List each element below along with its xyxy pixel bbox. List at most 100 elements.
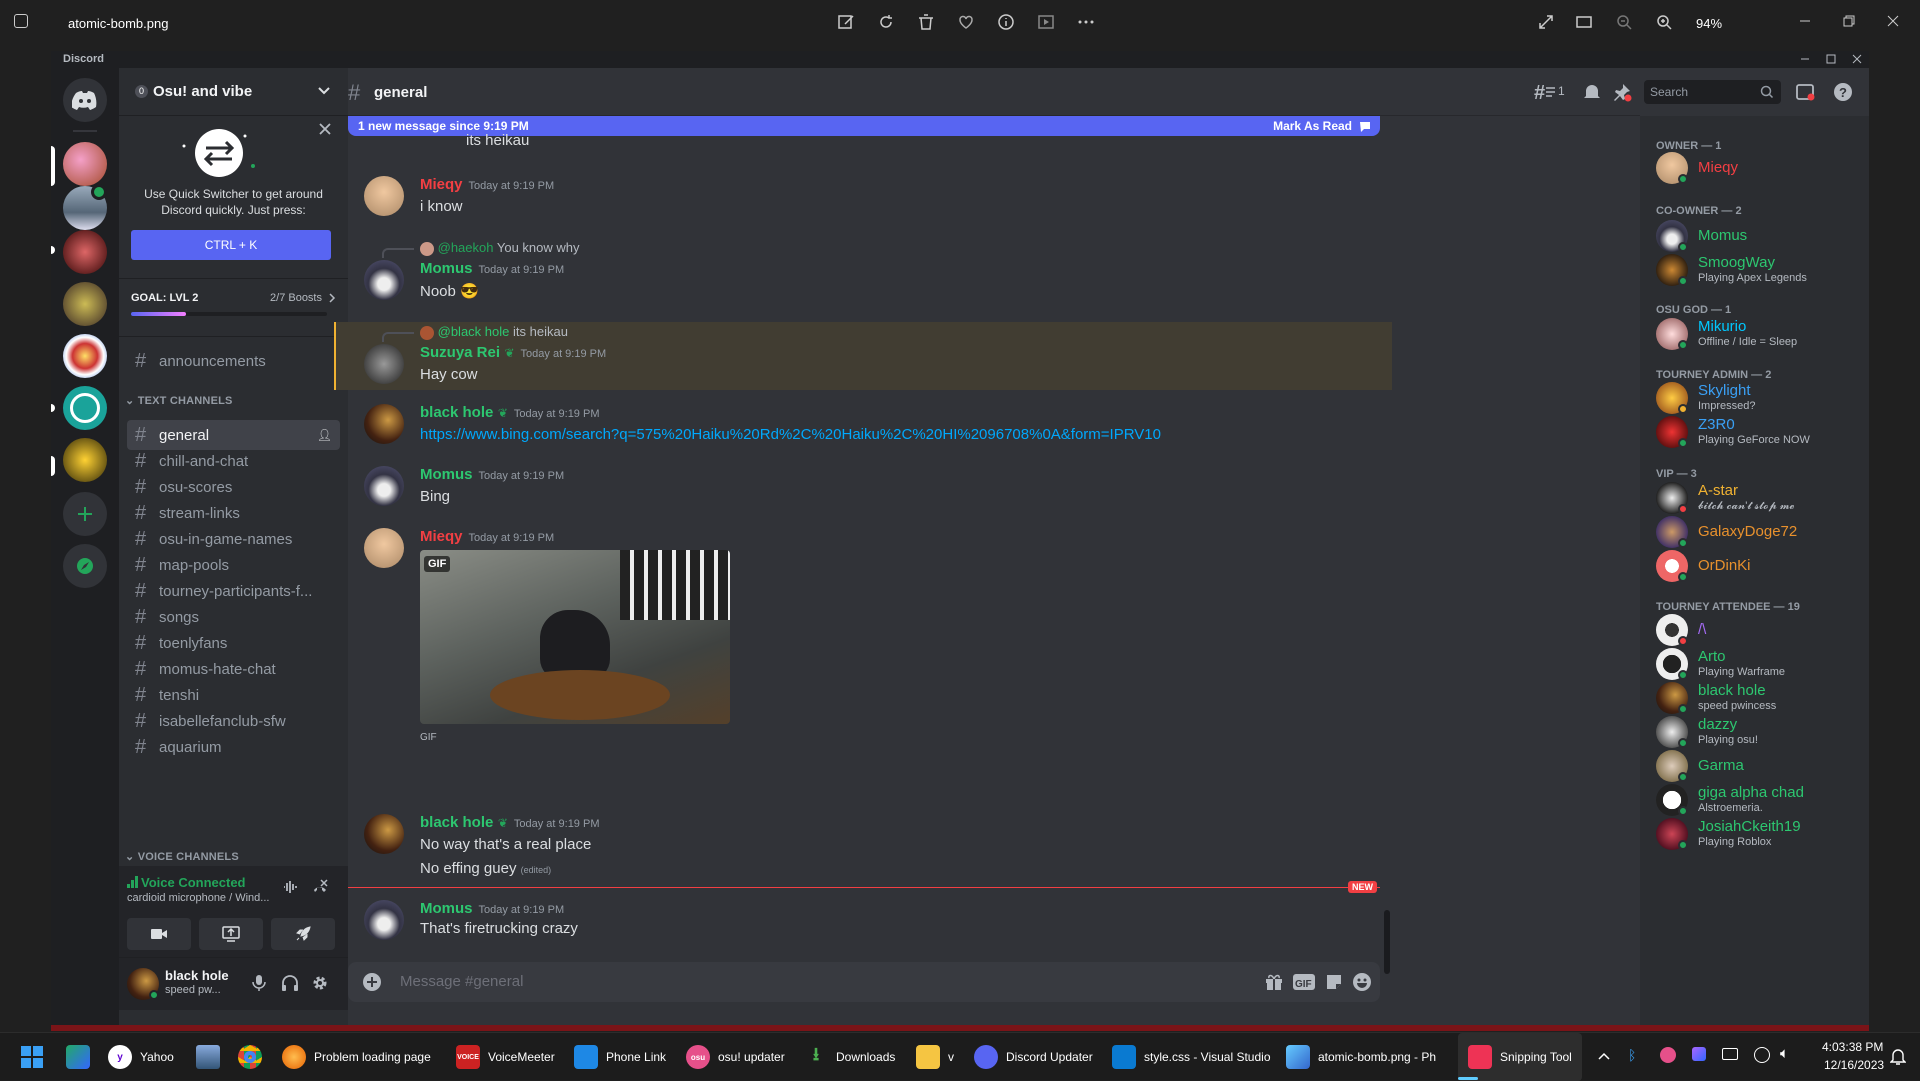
discord-close-icon[interactable] [1851,53,1863,65]
pen-tray-icon[interactable] [1692,1047,1706,1061]
emoji-picker-icon[interactable] [1352,972,1372,992]
settings-gear-icon[interactable] [311,974,329,992]
volume-icon[interactable]: 🔈︎ [1780,1045,1789,1062]
server-icon-osu-and-vibe[interactable] [63,142,107,186]
widgets-icon[interactable] [66,1045,90,1069]
taskbar-item-phone-link[interactable]: Phone Link [574,1033,666,1081]
notification-bell-icon[interactable] [1582,82,1602,102]
display-tray-icon[interactable] [1722,1048,1738,1060]
microphone-icon[interactable] [251,974,267,992]
chevron-down-icon[interactable] [317,86,331,96]
add-member-icon[interactable]: 👤︎ [317,428,332,442]
gif-embed[interactable]: GIF [420,550,730,724]
inbox-icon[interactable] [1795,82,1815,102]
favorite-heart-icon[interactable] [956,12,980,36]
reply-text[interactable]: You know why [497,240,580,255]
rotate-icon[interactable] [876,12,900,36]
taskbar-item-vscode[interactable]: style.css - Visual Studio [1112,1033,1271,1081]
discord-minimize-icon[interactable] [1799,53,1811,65]
zoom-out-icon[interactable] [1614,12,1638,36]
window-minimize-icon[interactable] [1798,14,1812,28]
gif-picker-icon[interactable]: GIF [1292,972,1316,992]
author-name[interactable]: Momus [420,260,473,277]
message-input[interactable]: Message #general [400,973,523,990]
notification-bell-icon[interactable] [1890,1047,1906,1065]
search-box[interactable]: Search [1644,80,1781,104]
server-header[interactable]: 0 Osu! and vibe [119,68,348,116]
info-icon[interactable] [996,12,1020,36]
more-icon[interactable] [1076,12,1100,36]
quick-switcher-button[interactable]: CTRL + K [131,230,331,260]
taskbar-item-photos[interactable]: atomic-bomb.png - Ph [1286,1033,1436,1081]
threads-icon[interactable]: # [1534,82,1556,102]
pinned-messages-icon[interactable] [1612,82,1632,102]
author-name[interactable]: Momus [420,466,473,483]
channel-announcements[interactable]: # announcements [127,346,340,376]
avatar[interactable] [364,176,404,216]
osu-tray-icon[interactable] [1660,1047,1676,1063]
taskbar-item-firefox[interactable]: Problem loading page [282,1033,431,1081]
discord-home-icon[interactable] [63,78,107,122]
avatar[interactable] [364,344,404,384]
message-link[interactable]: https://www.bing.com/search?q=575%20Haik… [420,426,1161,443]
actual-size-icon[interactable] [1574,12,1598,36]
member-item[interactable]: SmoogWay Playing Apex Legends [1648,250,1861,290]
server-icon-5[interactable] [63,334,107,378]
author-name[interactable]: Suzuya Rei [420,344,500,361]
window-close-icon[interactable] [1886,14,1900,28]
category-text-channels[interactable]: ⌄ TEXT CHANNELS [125,394,233,407]
attach-plus-icon[interactable] [362,972,382,992]
reply-author[interactable]: @haekoh [438,240,494,255]
avatar[interactable] [364,814,404,854]
video-button[interactable] [127,918,191,950]
taskbar-item-folder[interactable]: v [916,1033,954,1081]
taskbar-item-voicemeeter[interactable]: VOICE VoiceMeeter [456,1033,555,1081]
noise-suppression-icon[interactable] [281,878,299,896]
slideshow-icon[interactable] [1036,12,1060,36]
screen-share-button[interactable] [199,918,263,950]
member-item[interactable]: Mikurio Offline / Idle = Sleep [1648,314,1861,354]
author-name[interactable]: Mieqy [420,176,463,193]
taskbar-item-downloads[interactable]: ⭳ Downloads [804,1033,896,1081]
avatar[interactable] [364,528,404,568]
start-windows-icon[interactable] [20,1045,44,1069]
photos-taskbar-icon[interactable] [196,1045,220,1069]
author-name[interactable]: black hole [420,404,493,421]
reply-text[interactable]: its heikau [513,324,568,339]
taskbar-item-discord-updater[interactable]: Discord Updater [974,1033,1093,1081]
network-globe-icon[interactable] [1754,1047,1770,1063]
tray-chevron-up-icon[interactable] [1598,1051,1610,1061]
reply-author[interactable]: @black hole [438,324,510,339]
author-name[interactable]: Mieqy [420,528,463,545]
author-name[interactable]: black hole [420,814,493,831]
clock-time[interactable]: 4:03:38 PM [1822,1040,1883,1054]
avatar[interactable] [364,260,404,300]
headphones-icon[interactable] [281,974,299,992]
discord-maximize-icon[interactable] [1825,53,1837,65]
server-icon-3[interactable] [63,230,107,274]
taskbar-item-snipping-tool[interactable]: Snipping Tool [1458,1033,1582,1081]
mark-as-read-button[interactable]: Mark As Read [1273,119,1352,133]
member-item[interactable]: Mieqy [1648,148,1861,188]
help-icon[interactable]: ? [1833,82,1853,102]
member-item[interactable]: JosiahCkeith19 Playing Roblox [1648,814,1861,854]
voice-status[interactable]: Voice Connected [141,875,246,890]
channel-aquarium[interactable]: # aquarium [127,732,340,762]
disconnect-call-icon[interactable] [311,878,329,896]
edit-image-icon[interactable] [836,12,860,36]
chat-scrollbar[interactable] [1384,910,1390,974]
add-server-icon[interactable] [63,492,107,536]
sticker-icon[interactable] [1324,972,1344,992]
explore-servers-icon[interactable] [63,544,107,588]
author-name[interactable]: Momus [420,900,473,917]
chrome-icon[interactable] [238,1045,262,1069]
avatar[interactable] [364,404,404,444]
member-item[interactable]: Z3R0 Playing GeForce NOW [1648,412,1861,452]
avatar[interactable] [364,466,404,506]
zoom-in-icon[interactable] [1654,12,1678,36]
delete-icon[interactable] [916,12,940,36]
clock-date[interactable]: 12/16/2023 [1824,1058,1884,1072]
server-icon-osu[interactable] [63,386,107,430]
bluetooth-icon[interactable]: ᛒ [1628,1047,1636,1063]
fullscreen-icon[interactable] [1536,12,1560,36]
